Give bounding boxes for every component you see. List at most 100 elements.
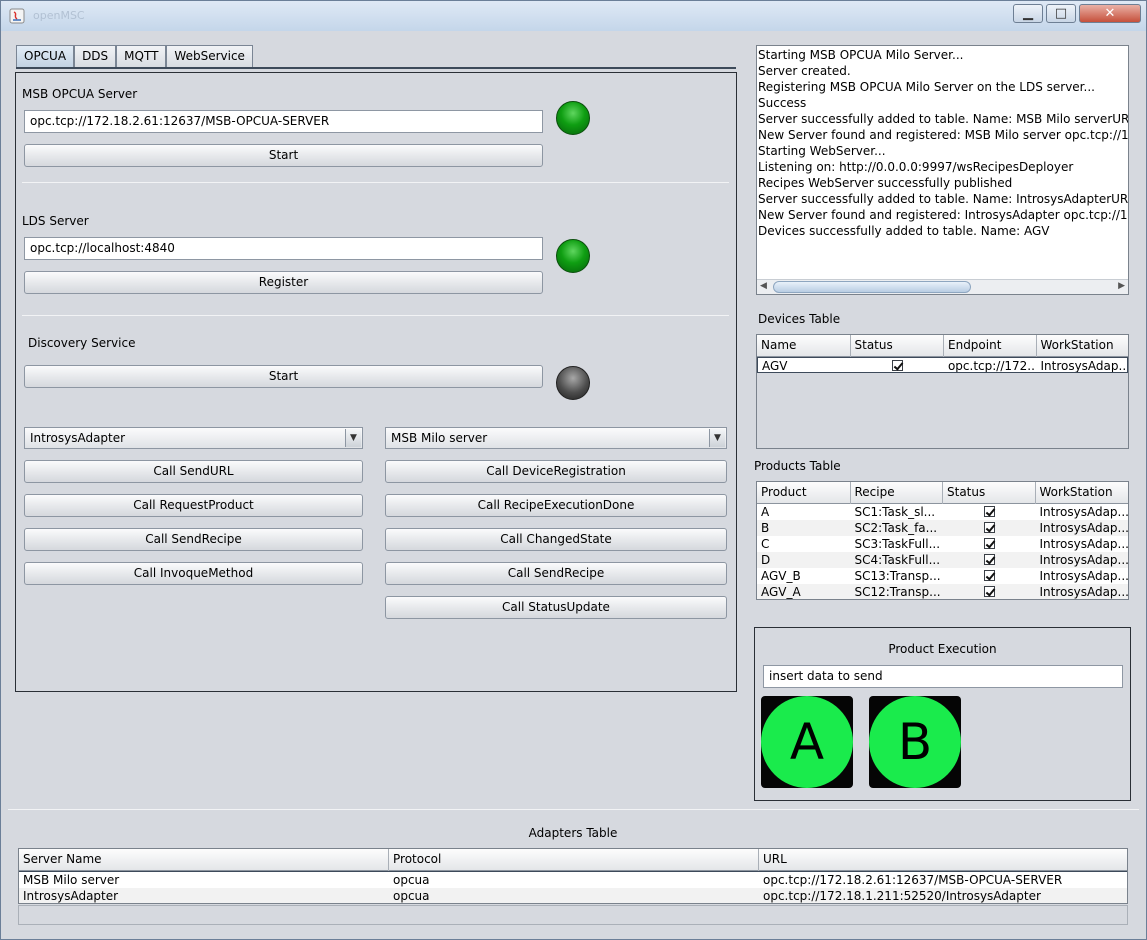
checkbox-checked-icon[interactable]	[983, 570, 995, 581]
call-deviceregistration-button[interactable]: Call DeviceRegistration	[385, 460, 727, 483]
adapters-table-title: Adapters Table	[528, 826, 618, 840]
window-title: openMSC	[33, 9, 85, 22]
call-statusupdate-button[interactable]: Call StatusUpdate	[385, 596, 727, 619]
tab-webservice[interactable]: WebService	[166, 45, 253, 67]
table-row[interactable]: IntrosysAdapter opcua opc.tcp://172.18.1…	[19, 888, 1127, 903]
status-cell[interactable]	[943, 568, 1035, 584]
server-select-right-value: MSB Milo server	[391, 431, 488, 445]
status-cell[interactable]	[943, 504, 1035, 520]
workstation-cell: IntrosysAdap...	[1039, 505, 1128, 519]
checkbox-checked-icon[interactable]	[891, 360, 903, 371]
recipe-cell: SC12:Transp...	[854, 585, 941, 599]
call-sendrecipe-right-button[interactable]: Call SendRecipe	[385, 562, 727, 585]
checkbox-checked-icon[interactable]	[983, 522, 995, 533]
product-cell: D	[761, 553, 771, 567]
adapters-table: Server Name Protocol URL MSB Milo server…	[18, 848, 1128, 904]
server-select-left[interactable]: IntrosysAdapter ▼	[24, 427, 363, 449]
log-line: New Server found and registered: MSB Mil…	[758, 128, 1129, 142]
status-cell[interactable]	[943, 520, 1035, 536]
column-header-status[interactable]: Status	[943, 482, 1036, 504]
lds-register-button[interactable]: Register	[24, 271, 543, 294]
product-data-input[interactable]: insert data to send	[763, 665, 1123, 688]
table-row[interactable]: AGV_A SC12:Transp... IntrosysAdap...	[757, 584, 1128, 599]
url-cell: opc.tcp://172.18.2.61:12637/MSB-OPCUA-SE…	[763, 873, 1063, 887]
checkbox-checked-icon[interactable]	[983, 538, 995, 549]
recipe-cell: SC1:Task_sl...	[854, 505, 936, 519]
maximize-button[interactable]: □	[1046, 4, 1076, 23]
chevron-down-icon[interactable]: ▼	[709, 429, 725, 447]
close-button[interactable]: ✕	[1079, 4, 1141, 23]
server-select-right[interactable]: MSB Milo server ▼	[385, 427, 727, 449]
log-line: Success	[758, 96, 807, 110]
java-app-icon	[9, 8, 25, 24]
column-header-status[interactable]: Status	[851, 335, 944, 357]
log-output[interactable]: Starting MSB OPCUA Milo Server... Server…	[756, 45, 1129, 295]
log-line: Starting MSB OPCUA Milo Server...	[758, 48, 964, 62]
tab-opcua[interactable]: OPCUA	[16, 45, 75, 67]
scroll-left-icon[interactable]: ◀	[760, 281, 767, 291]
devices-table-body: AGV opc.tcp://172.... IntrosysAdap...	[757, 357, 1128, 373]
msb-server-start-button[interactable]: Start	[24, 144, 543, 167]
table-header: Product Recipe Status WorkStation	[757, 482, 1128, 504]
table-row[interactable]: MSB Milo server opcua opc.tcp://172.18.2…	[19, 872, 1127, 888]
log-line: New Server found and registered: Introsy…	[758, 208, 1128, 222]
msb-server-status-led	[556, 101, 590, 135]
column-header-product[interactable]: Product	[757, 482, 851, 504]
column-header-protocol[interactable]: Protocol	[389, 849, 759, 871]
protocol-cell: opcua	[393, 873, 430, 887]
table-row[interactable]: C SC3:TaskFull... IntrosysAdap...	[757, 536, 1128, 552]
call-recipeexecutiondone-button[interactable]: Call RecipeExecutionDone	[385, 494, 727, 517]
lds-server-label: LDS Server	[22, 214, 89, 228]
table-header: Server Name Protocol URL	[19, 849, 1127, 871]
status-cell[interactable]	[943, 536, 1035, 552]
device-status-cell[interactable]	[851, 358, 944, 372]
column-header-server-name[interactable]: Server Name	[19, 849, 389, 871]
minimize-button[interactable]: ▁	[1013, 4, 1043, 23]
call-requestproduct-button[interactable]: Call RequestProduct	[24, 494, 363, 517]
call-sendrecipe-left-button[interactable]: Call SendRecipe	[24, 528, 363, 551]
column-header-workstation[interactable]: WorkStation	[1036, 482, 1129, 504]
tab-underline	[16, 67, 736, 69]
product-cell: B	[761, 521, 770, 535]
product-a-button[interactable]: A	[761, 696, 853, 788]
tab-mqtt[interactable]: MQTT	[116, 45, 167, 67]
column-header-endpoint[interactable]: Endpoint	[944, 335, 1037, 357]
status-cell[interactable]	[943, 584, 1035, 599]
protocol-cell: opcua	[393, 889, 430, 903]
product-b-button[interactable]: B	[869, 696, 961, 788]
log-horizontal-scrollbar[interactable]: ◀ ▶	[757, 279, 1128, 294]
status-cell[interactable]	[943, 552, 1035, 568]
tab-dds[interactable]: DDS	[74, 45, 117, 67]
msb-server-url-field[interactable]: opc.tcp://172.18.2.61:12637/MSB-OPCUA-SE…	[24, 110, 543, 133]
log-line: Registering MSB OPCUA Milo Server on the…	[758, 80, 1095, 94]
recipe-cell: SC3:TaskFull...	[854, 537, 941, 551]
column-header-url[interactable]: URL	[759, 849, 1127, 871]
table-header: Name Status Endpoint WorkStation	[757, 335, 1128, 357]
table-row[interactable]: A SC1:Task_sl... IntrosysAdap...	[757, 504, 1128, 520]
checkbox-checked-icon[interactable]	[983, 554, 995, 565]
table-row[interactable]: AGV opc.tcp://172.... IntrosysAdap...	[757, 357, 1128, 373]
discovery-start-button[interactable]: Start	[24, 365, 543, 388]
column-header-name[interactable]: Name	[757, 335, 851, 357]
table-row[interactable]: D SC4:TaskFull... IntrosysAdap...	[757, 552, 1128, 568]
recipe-cell: SC13:Transp...	[854, 569, 941, 583]
call-invoquemethod-button[interactable]: Call InvoqueMethod	[24, 562, 363, 585]
chevron-down-icon[interactable]: ▼	[345, 429, 361, 447]
product-cell: AGV_A	[761, 585, 801, 599]
lds-server-status-led	[556, 239, 590, 273]
log-line: Listening on: http://0.0.0.0:9997/wsReci…	[758, 160, 1074, 174]
lds-server-url-field[interactable]: opc.tcp://localhost:4840	[24, 237, 543, 260]
call-changedstate-button[interactable]: Call ChangedState	[385, 528, 727, 551]
table-row[interactable]: B SC2:Task_fa... IntrosysAdap...	[757, 520, 1128, 536]
column-header-workstation[interactable]: WorkStation	[1037, 335, 1129, 357]
server-select-left-value: IntrosysAdapter	[30, 431, 126, 445]
table-row[interactable]: AGV_B SC13:Transp... IntrosysAdap...	[757, 568, 1128, 584]
scrollbar-thumb[interactable]	[773, 281, 971, 293]
scroll-right-icon[interactable]: ▶	[1118, 281, 1125, 291]
status-strip	[18, 905, 1128, 925]
checkbox-checked-icon[interactable]	[983, 586, 995, 597]
call-sendurl-button[interactable]: Call SendURL	[24, 460, 363, 483]
protocol-tabs: OPCUA DDS MQTT WebService	[16, 45, 253, 67]
column-header-recipe[interactable]: Recipe	[851, 482, 943, 504]
checkbox-checked-icon[interactable]	[983, 506, 995, 517]
